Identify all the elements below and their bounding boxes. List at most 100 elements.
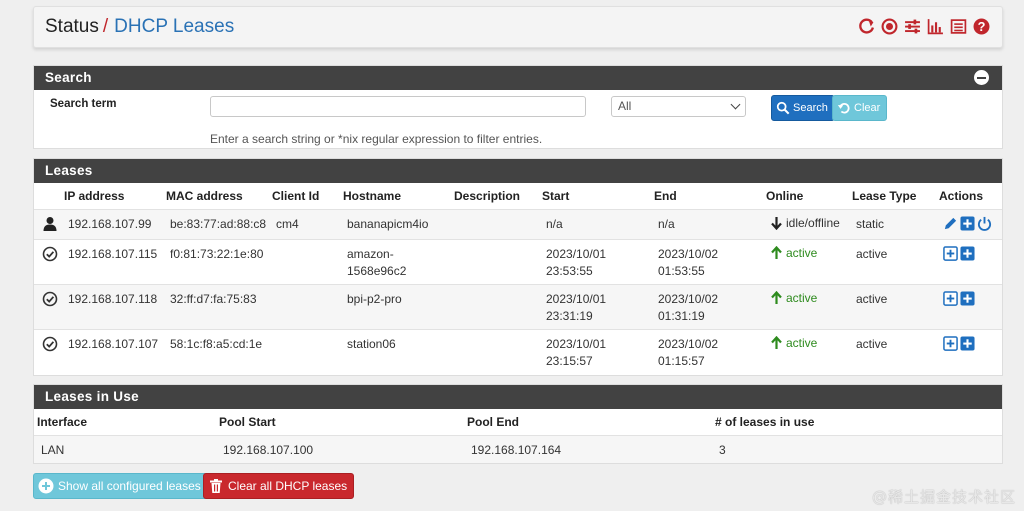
leases-in-use-header: Leases in Use bbox=[34, 385, 1002, 409]
row-actions bbox=[943, 216, 992, 231]
help-icon[interactable]: ? bbox=[973, 18, 990, 35]
clear-button[interactable]: Clear bbox=[832, 95, 888, 121]
plus-circle-icon bbox=[38, 478, 54, 494]
chart-icon[interactable] bbox=[927, 18, 944, 35]
table-row: 192.168.107.107 58:1c:f8:a5:cd:1e statio… bbox=[34, 329, 1002, 375]
add-mapping-icon[interactable] bbox=[943, 246, 958, 261]
lease-client-id: cm4 bbox=[276, 217, 299, 231]
col-lease-type[interactable]: Lease Type bbox=[852, 189, 916, 203]
search-panel: Search Search term All Search Clear Ente… bbox=[33, 65, 1003, 149]
trash-icon bbox=[210, 479, 222, 493]
lease-end: n/a bbox=[658, 217, 675, 231]
lease-end-time: 01:31:19 bbox=[658, 309, 705, 323]
lease-start: n/a bbox=[546, 217, 563, 231]
col-client-id[interactable]: Client Id bbox=[272, 189, 319, 203]
lease-type: active bbox=[856, 337, 888, 351]
lease-online-text: active bbox=[786, 291, 818, 305]
lease-start-time: 23:31:19 bbox=[546, 309, 593, 323]
lease-start-date: 2023/10/01 bbox=[546, 337, 607, 351]
lease-online: active bbox=[770, 336, 817, 350]
breadcrumb-separator: / bbox=[102, 16, 109, 37]
collapse-icon[interactable] bbox=[974, 70, 989, 85]
add-icon[interactable] bbox=[960, 336, 975, 351]
clear-button-label: Clear bbox=[854, 102, 881, 114]
check-circle-icon bbox=[42, 246, 58, 262]
add-icon[interactable] bbox=[960, 216, 975, 231]
lease-hostname: amazon- bbox=[347, 247, 394, 261]
lease-online: active bbox=[770, 291, 817, 305]
log-icon[interactable] bbox=[950, 18, 967, 35]
add-mapping-icon[interactable] bbox=[943, 291, 958, 306]
arrow-down-icon bbox=[771, 217, 782, 230]
col-leases-in-use: # of leases in use bbox=[715, 415, 815, 429]
search-button-label: Search bbox=[793, 102, 828, 114]
search-input[interactable] bbox=[210, 96, 586, 117]
search-panel-title: Search bbox=[45, 70, 92, 85]
sliders-icon[interactable] bbox=[904, 18, 921, 35]
col-start[interactable]: Start bbox=[542, 189, 569, 203]
lease-online: active bbox=[770, 246, 817, 260]
lease-mac: be:83:77:ad:88:c8 bbox=[170, 217, 267, 231]
clear-all-leases-button[interactable]: Clear all DHCP leases bbox=[203, 473, 355, 499]
interface-value: LAN bbox=[41, 443, 65, 457]
search-scope-select[interactable]: All bbox=[611, 96, 746, 117]
check-circle-icon bbox=[42, 291, 58, 307]
arrow-up-icon bbox=[771, 246, 782, 259]
lease-online: idle/offline bbox=[770, 216, 840, 230]
check-circle-icon bbox=[42, 336, 58, 352]
row-actions bbox=[943, 246, 975, 261]
lease-start-time: 23:15:57 bbox=[546, 354, 593, 368]
arrow-up-icon bbox=[771, 291, 782, 304]
header-toolbar: ? bbox=[858, 18, 990, 35]
lease-end-date: 2023/10/02 bbox=[658, 337, 719, 351]
col-hostname[interactable]: Hostname bbox=[343, 189, 401, 203]
lease-mac: f0:81:73:22:1e:80 bbox=[170, 247, 264, 261]
lease-type: active bbox=[856, 247, 888, 261]
show-all-leases-button[interactable]: Show all configured leases bbox=[33, 473, 208, 499]
col-ip-address[interactable]: IP address bbox=[64, 189, 124, 203]
lease-ip: 192.168.107.107 bbox=[68, 337, 159, 351]
power-icon[interactable] bbox=[977, 216, 992, 231]
lease-end-date: 2023/10/02 bbox=[658, 292, 719, 306]
search-panel-header: Search bbox=[34, 66, 1002, 90]
add-mapping-icon[interactable] bbox=[943, 336, 958, 351]
breadcrumb-parent[interactable]: Status bbox=[45, 16, 99, 38]
show-all-leases-label: Show all configured leases bbox=[58, 479, 201, 493]
lease-type: active bbox=[856, 292, 888, 306]
lease-mac: 58:1c:f8:a5:cd:1e bbox=[170, 337, 263, 351]
col-end[interactable]: End bbox=[654, 189, 677, 203]
chevron-down-icon bbox=[730, 99, 741, 110]
search-scope-value: All bbox=[618, 99, 632, 113]
lease-type: static bbox=[856, 217, 885, 231]
reload-icon[interactable] bbox=[858, 18, 875, 35]
col-interface: Interface bbox=[37, 415, 88, 429]
page-title[interactable]: DHCP Leases bbox=[114, 16, 234, 38]
leases-panel-title: Leases bbox=[45, 163, 93, 178]
lease-hostname: bananapicm4io bbox=[347, 217, 429, 231]
search-icon bbox=[776, 101, 790, 115]
lease-end-time: 01:15:57 bbox=[658, 354, 705, 368]
table-row: LAN 192.168.107.100 192.168.107.164 3 bbox=[34, 435, 1002, 463]
clear-all-leases-label: Clear all DHCP leases bbox=[228, 479, 348, 493]
pool-end-value: 192.168.107.164 bbox=[471, 443, 562, 457]
search-term-label: Search term bbox=[50, 98, 117, 110]
stop-icon[interactable] bbox=[881, 18, 898, 35]
search-button[interactable]: Search bbox=[771, 95, 835, 121]
row-actions bbox=[943, 291, 975, 306]
edit-icon[interactable] bbox=[943, 216, 958, 231]
col-online[interactable]: Online bbox=[766, 189, 803, 203]
lease-ip: 192.168.107.118 bbox=[68, 292, 158, 306]
add-icon[interactable] bbox=[960, 246, 975, 261]
table-row: 192.168.107.115 f0:81:73:22:1e:80 amazon… bbox=[34, 239, 1002, 284]
leases-in-use-title: Leases in Use bbox=[45, 389, 139, 404]
leases-panel-header: Leases bbox=[34, 159, 1002, 183]
col-mac-address[interactable]: MAC address bbox=[166, 189, 243, 203]
col-description[interactable]: Description bbox=[454, 189, 520, 203]
leases-panel: Leases IP address MAC address Client Id … bbox=[33, 158, 1003, 376]
lease-online-text: idle/offline bbox=[786, 216, 840, 230]
undo-icon bbox=[837, 103, 850, 114]
lease-hostname: bpi-p2-pro bbox=[347, 292, 402, 306]
page-header: Status / DHCP Leases ? bbox=[33, 6, 1003, 48]
add-icon[interactable] bbox=[960, 291, 975, 306]
lease-ip: 192.168.107.115 bbox=[68, 247, 158, 261]
